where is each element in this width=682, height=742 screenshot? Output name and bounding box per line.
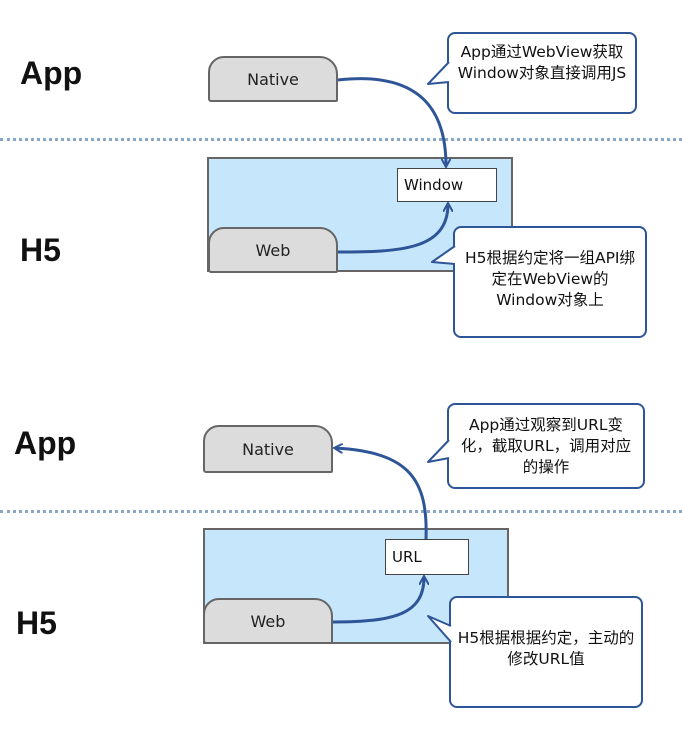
bottom-web-to-url-arrow [332,577,424,624]
bottom-url-to-native-arrow [335,448,428,540]
diagram-arrows [0,61,456,643]
top-web-to-window-arrow [337,204,448,254]
top-app-note-tail [427,61,450,85]
bottom-app-note-tail [427,439,450,463]
top-native-to-window-arrow [337,77,446,166]
bottom-h5-note-tail [427,615,452,643]
top-h5-note-tail [431,245,456,265]
